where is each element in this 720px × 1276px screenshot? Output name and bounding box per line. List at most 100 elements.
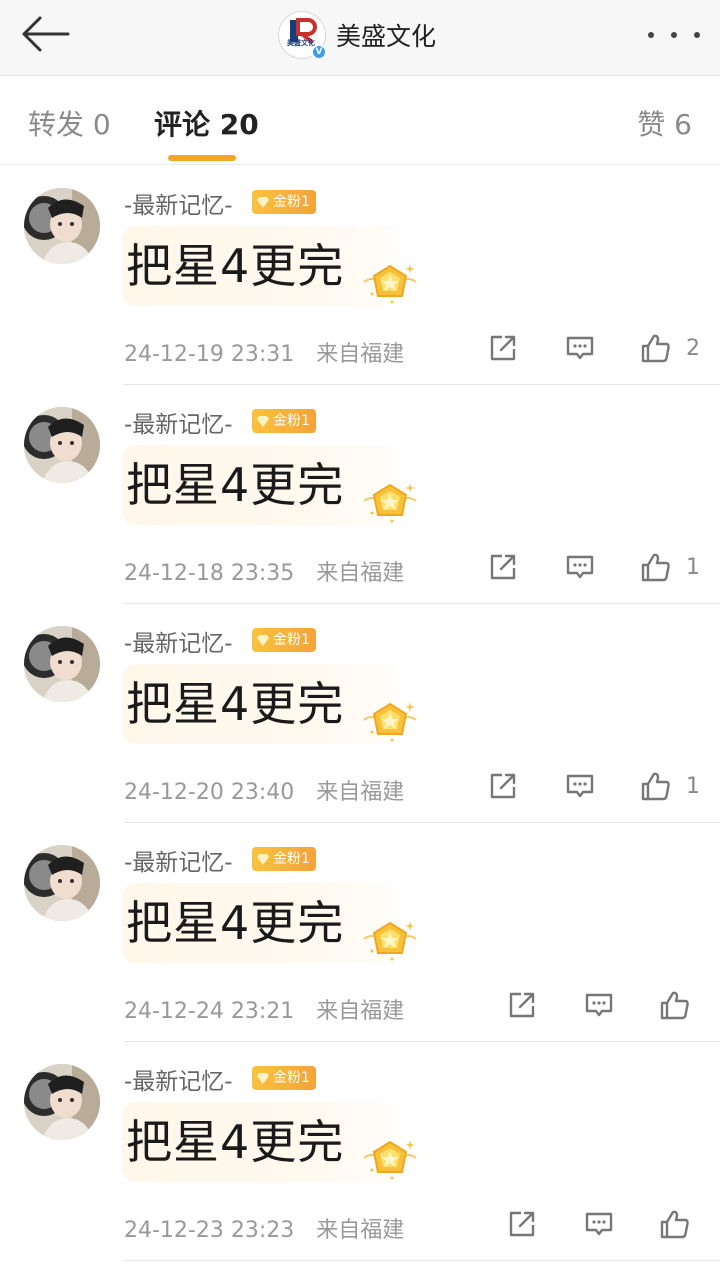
reply-button[interactable] (565, 549, 595, 585)
share-button[interactable] (488, 768, 518, 804)
comment-text: 把星4更完 (126, 896, 345, 950)
avatar[interactable] (24, 626, 100, 702)
gold-medal-icon (363, 1140, 417, 1180)
like-button[interactable] (659, 987, 705, 1023)
like-button[interactable] (659, 1206, 705, 1242)
like-button[interactable]: 1 (640, 549, 700, 585)
avatar[interactable] (24, 1064, 100, 1140)
share-button[interactable] (488, 330, 518, 366)
fan-level-badge: 金粉1 (252, 409, 316, 433)
diamond-icon (257, 1073, 269, 1084)
header-title-group[interactable]: 美盛文化 V 美盛文化 (278, 10, 436, 60)
comment-icon (585, 1212, 613, 1236)
arrow-left-icon (22, 16, 70, 52)
share-button[interactable] (488, 549, 518, 585)
comment-item: -最新记忆- 金粉1 把星4更完 24-12-23 23:23 来自福建 (0, 1042, 720, 1261)
gold-medal-icon (363, 921, 417, 961)
comment-location: 来自福建 (316, 342, 405, 367)
fan-level-label: 金粉1 (273, 413, 310, 429)
comment-icon (566, 774, 594, 798)
tab-bar: 转发 0 评论 20 赞 6 (0, 77, 720, 165)
thumbs-up-icon (660, 991, 689, 1020)
comments-page: 美盛文化 V 美盛文化 转发 0 评论 20 赞 6 -最新记忆- 金粉1 把星… (0, 0, 720, 1276)
fan-level-label: 金粉1 (273, 1070, 310, 1086)
comment-username[interactable]: -最新记忆- (124, 1062, 233, 1096)
comment-icon (566, 336, 594, 360)
more-dot (671, 32, 677, 38)
reply-button[interactable] (584, 987, 614, 1023)
comment-username[interactable]: -最新记忆- (124, 186, 233, 220)
comment-location: 来自福建 (316, 780, 405, 805)
comment-location: 来自福建 (316, 561, 405, 586)
verified-badge: V (311, 44, 327, 60)
share-button[interactable] (507, 987, 537, 1023)
tab-likes[interactable]: 赞 6 (637, 103, 692, 143)
share-icon (490, 335, 516, 361)
comment-item: -最新记忆- 金粉1 把星4更完 24-12-19 23:31 来自福建 2 (0, 166, 720, 385)
thumbs-up-icon (641, 772, 670, 801)
comment-username[interactable]: -最新记忆- (124, 843, 233, 877)
comment-location: 来自福建 (316, 1218, 405, 1243)
thumbs-up-icon (641, 334, 670, 363)
comment-item: -最新记忆- 金粉1 把星4更完 24-12-24 23:21 来自福建 (0, 823, 720, 1042)
comment-time: 24-12-18 23:35 (124, 561, 295, 586)
comment-meta: 24-12-20 23:40 来自福建 (124, 774, 404, 806)
share-icon (509, 992, 535, 1018)
tab-forward[interactable]: 转发 0 (28, 103, 111, 143)
reply-button[interactable] (565, 330, 595, 366)
reply-button[interactable] (584, 1206, 614, 1242)
more-options-button[interactable] (644, 20, 704, 50)
avatar[interactable] (24, 845, 100, 921)
avatar[interactable] (24, 407, 100, 483)
comment-location: 来自福建 (316, 999, 405, 1024)
top-bar: 美盛文化 V 美盛文化 (0, 0, 720, 76)
more-dots-icon (648, 32, 654, 38)
comment-time: 24-12-24 23:21 (124, 999, 295, 1024)
thumbs-up-icon (660, 1210, 689, 1239)
share-icon (509, 1211, 535, 1237)
share-button[interactable] (507, 1206, 537, 1242)
comment-text: 把星4更完 (126, 458, 345, 512)
active-tab-indicator (168, 155, 236, 161)
more-dot (694, 32, 700, 38)
comment-icon (585, 993, 613, 1017)
comment-icon (566, 555, 594, 579)
comment-time: 24-12-19 23:31 (124, 342, 295, 367)
gold-medal-icon (363, 264, 417, 304)
brand-logo: 美盛文化 V (278, 11, 327, 60)
fan-level-badge: 金粉1 (252, 628, 316, 652)
like-button[interactable]: 1 (640, 768, 700, 804)
comment-username[interactable]: -最新记忆- (124, 624, 233, 658)
back-button[interactable] (16, 12, 72, 56)
avatar-image-icon (24, 1064, 100, 1140)
gold-medal-icon (363, 702, 417, 742)
avatar-image-icon (24, 188, 100, 264)
comment-item: -最新记忆- 金粉1 把星4更完 24-12-18 23:35 来自福建 1 (0, 385, 720, 604)
fan-level-label: 金粉1 (273, 851, 310, 867)
diamond-icon (257, 635, 269, 646)
fan-level-badge: 金粉1 (252, 1066, 316, 1090)
fan-level-badge: 金粉1 (252, 847, 316, 871)
like-count: 1 (686, 554, 700, 580)
share-icon (490, 554, 516, 580)
like-count: 1 (686, 773, 700, 799)
diamond-icon (257, 854, 269, 865)
share-icon (490, 773, 516, 799)
comment-meta: 24-12-18 23:35 来自福建 (124, 555, 404, 587)
comment-username[interactable]: -最新记忆- (124, 405, 233, 439)
avatar-image-icon (24, 626, 100, 702)
like-count: 2 (686, 335, 700, 361)
reply-button[interactable] (565, 768, 595, 804)
thumbs-up-icon (641, 553, 670, 582)
comment-meta: 24-12-23 23:23 来自福建 (124, 1212, 404, 1244)
comment-time: 24-12-20 23:40 (124, 780, 295, 805)
comment-meta: 24-12-24 23:21 来自福建 (124, 993, 404, 1025)
avatar[interactable] (24, 188, 100, 264)
comment-time: 24-12-23 23:23 (124, 1218, 295, 1243)
like-button[interactable]: 2 (640, 330, 700, 366)
comment-text: 把星4更完 (126, 1115, 345, 1169)
tab-comments[interactable]: 评论 20 (154, 103, 259, 143)
avatar-image-icon (24, 845, 100, 921)
comment-meta: 24-12-19 23:31 来自福建 (124, 336, 404, 368)
diamond-icon (257, 416, 269, 427)
